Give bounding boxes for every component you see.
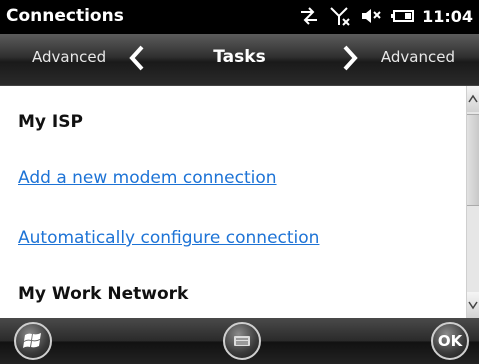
section-title-my-isp: My ISP (18, 112, 83, 132)
section-title-my-work-network: My Work Network (18, 284, 189, 304)
scrollbar[interactable] (466, 86, 479, 318)
battery-icon[interactable] (391, 6, 415, 26)
clock[interactable]: 11:04 (422, 7, 473, 26)
auto-configure-connection-link[interactable]: Automatically configure connection (18, 228, 319, 248)
scrollbar-thumb[interactable] (467, 114, 479, 206)
scroll-down-button[interactable] (467, 292, 479, 318)
tasks-content: My ISP Add a new modem connection Automa… (0, 86, 466, 318)
no-signal-icon[interactable] (329, 6, 351, 26)
connectivity-icon[interactable] (298, 6, 320, 26)
windows-start-button[interactable] (14, 322, 52, 360)
status-icons: 11:04 (298, 6, 473, 26)
chevron-right-icon[interactable] (337, 44, 363, 72)
volume-muted-icon[interactable] (360, 6, 382, 26)
app-title: Connections (6, 6, 124, 26)
bottom-bar: OK (0, 318, 479, 364)
ok-button[interactable]: OK (431, 322, 469, 360)
keyboard-button[interactable] (223, 322, 261, 360)
tab-strip: Advanced Tasks Advanced (0, 34, 479, 86)
add-modem-connection-link[interactable]: Add a new modem connection (18, 168, 277, 188)
tab-advanced-right[interactable]: Advanced (381, 48, 455, 66)
windows-start-icon (23, 333, 41, 348)
status-bar: Connections 11:04 (0, 0, 479, 34)
scroll-up-button[interactable] (467, 86, 479, 112)
keyboard-icon (234, 336, 250, 346)
